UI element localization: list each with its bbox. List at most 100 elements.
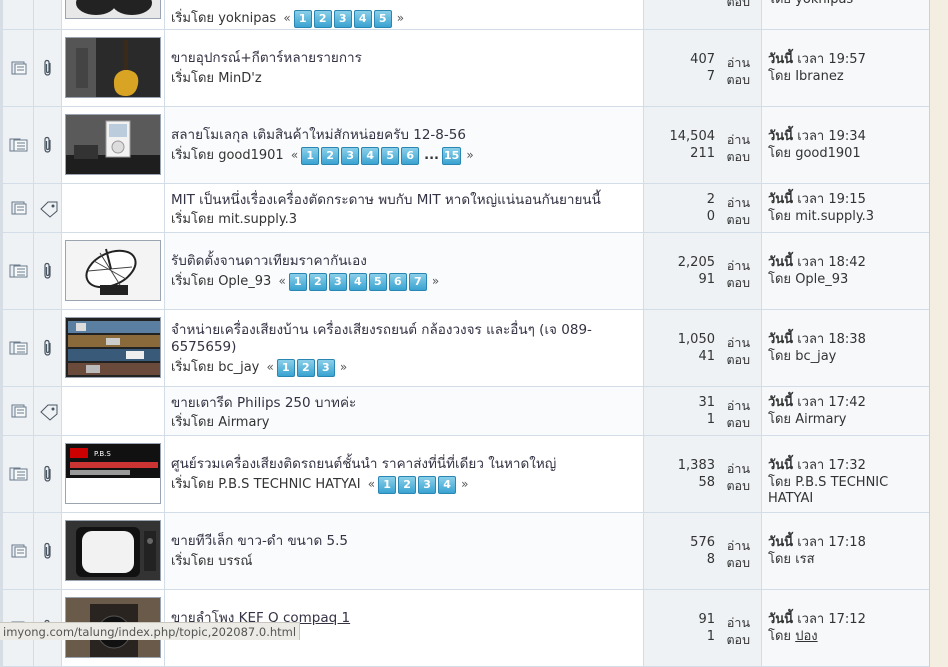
page-link[interactable]: 1 (276, 358, 295, 377)
last-poster-link[interactable]: bc_jay (795, 349, 836, 364)
last-post-time-value: 17:12 (828, 612, 866, 627)
last-poster-link[interactable]: mit.supply.3 (795, 209, 874, 224)
page-link[interactable]: 5 (381, 146, 400, 165)
starter-link[interactable]: Ople_93 (218, 274, 271, 289)
topic-title-link[interactable]: ศูนย์รวมเครื่องเสียงติดรถยนต์ชั้นนำ ราคา… (171, 456, 556, 472)
topic-status-cell (3, 30, 34, 106)
last-post-time-value: 17:32 (828, 458, 866, 473)
topic-starter-line: เริ่มโดย MinD'z (171, 67, 262, 88)
page-link[interactable]: 4 (348, 272, 367, 291)
last-poster-link[interactable]: ปอง (795, 629, 817, 644)
page-link[interactable]: 3 (328, 272, 347, 291)
topic-thumbnail[interactable] (65, 240, 161, 301)
last-post-cell: โดย yoknipas (762, 0, 929, 29)
page-link[interactable]: 3 (341, 146, 360, 165)
topic-row: P.B.S ศูนย์รวมเครื่องเสียงติดรถยนต์ชั้นนำ… (3, 436, 929, 513)
topic-stats-cell: 2,205 อ่าน 91 ตอบ (644, 233, 762, 309)
at-label: เวลา (797, 458, 825, 473)
page-link[interactable]: 5 (368, 272, 387, 291)
at-label: เวลา (797, 255, 825, 270)
starter-link[interactable]: mit.supply.3 (218, 212, 297, 227)
page-link[interactable]: 3 (418, 475, 437, 494)
topic-stats-cell: 91 อ่าน 1 ตอบ (644, 590, 762, 666)
page-ellipsis: ... (424, 147, 439, 163)
topic-thumbnail[interactable]: P.B.S (65, 443, 161, 504)
last-post-time: วันนี้ เวลา 18:42 (768, 255, 928, 271)
page-link[interactable]: 6 (388, 272, 407, 291)
topic-thumb-cell (62, 233, 165, 309)
topic-row: สลายโมเลกุล เติมสินค้าใหม่สักหน่อยครับ 1… (3, 107, 929, 184)
starter-link[interactable]: yoknipas (218, 11, 276, 26)
topic-thumbnail[interactable] (65, 37, 161, 98)
page-link[interactable]: 1 (301, 146, 320, 165)
starter-link[interactable]: bc_jay (218, 360, 259, 375)
topic-stats-cell: 2 อ่าน 0 ตอบ (644, 184, 762, 232)
page-link[interactable]: 15 (442, 146, 462, 165)
last-post-by: โดย Ople_93 (768, 272, 928, 288)
topic-thumbnail[interactable] (65, 114, 161, 175)
started-by-label: เริ่มโดย (171, 415, 215, 430)
starter-link[interactable]: MinD'z (218, 71, 261, 86)
topic-title-link[interactable]: ขายอุปกรณ์+กีตาร์หลายรายการ (171, 50, 362, 66)
page-link[interactable]: 2 (398, 475, 417, 494)
last-poster-link[interactable]: Airmary (795, 412, 846, 427)
page-link[interactable]: 1 (288, 272, 307, 291)
topic-row: จำหน่ายเครื่องเสียงบ้าน เครื่องเสียงรถยน… (3, 310, 929, 387)
replies-label: ตอบ (726, 149, 750, 164)
last-post-cell: วันนี้ เวลา 17:12 โดย ปอง (762, 590, 929, 666)
page-link[interactable]: 6 (401, 146, 420, 165)
today-label: วันนี้ (768, 255, 794, 270)
page-link[interactable]: 2 (313, 9, 332, 28)
attachment-clip-icon (44, 542, 51, 559)
topic-thumbnail[interactable] (65, 0, 161, 19)
starter-link[interactable]: Airmary (218, 415, 269, 430)
last-post-time-value: 18:42 (828, 255, 866, 270)
last-poster-link[interactable]: Ople_93 (795, 272, 848, 287)
last-poster-link[interactable]: yoknipas (795, 0, 853, 7)
topic-thumbnail[interactable] (65, 317, 161, 378)
topic-starter-line: เริ่มโดย Airmary (171, 411, 269, 432)
topic-title: สลายโมเลกุล เติมสินค้าใหม่สักหน่อยครับ 1… (171, 127, 611, 144)
page-link[interactable]: 2 (321, 146, 340, 165)
last-poster-link[interactable]: เรส (795, 552, 814, 567)
replies-label: ตอบ (726, 352, 750, 367)
topic-title: รับติดตั้งจานดาวเทียมราคากันเอง (171, 253, 611, 270)
page-link[interactable]: 2 (308, 272, 327, 291)
last-poster-link[interactable]: good1901 (795, 146, 861, 161)
page-link[interactable]: 1 (378, 475, 397, 494)
topic-starter-line: เริ่มโดย yoknipas « 12345 » (171, 7, 407, 28)
page-close-guillemet: » (396, 11, 405, 25)
topic-status-icon (11, 404, 27, 418)
topic-title-link[interactable]: ขายทีวีเล็ก ขาว-ดำ ขนาด 5.5 (171, 533, 348, 549)
page-link[interactable]: 3 (316, 358, 335, 377)
page-link[interactable]: 3 (333, 9, 352, 28)
topic-title-link[interactable]: สลายโมเลกุล เติมสินค้าใหม่สักหน่อยครับ 1… (171, 127, 466, 143)
page-link[interactable]: 4 (438, 475, 457, 494)
page-link[interactable]: 5 (373, 9, 392, 28)
at-label: เวลา (797, 612, 825, 627)
starter-link[interactable]: good1901 (218, 148, 284, 163)
replies-label: ตอบ (726, 0, 750, 9)
page-links: 1234567 (288, 272, 429, 291)
last-poster-link[interactable]: Ibranez (795, 69, 843, 84)
topic-title-link[interactable]: รับติดตั้งจานดาวเทียมราคากันเอง (171, 253, 367, 269)
page-link[interactable]: 4 (353, 9, 372, 28)
topic-title-link[interactable]: MIT เป็นหนึ่งเรื่องเครื่องตัดกระดาษ พบกั… (171, 192, 601, 208)
topic-title-link[interactable]: ขายเตารีด Philips 250 บาทค่ะ (171, 395, 356, 411)
starter-link[interactable]: บรรณ์ (218, 554, 252, 569)
today-label: วันนี้ (768, 332, 794, 347)
topic-title-link[interactable]: จำหน่ายเครื่องเสียงบ้าน เครื่องเสียงรถยน… (171, 322, 592, 355)
page-close-guillemet: » (339, 360, 348, 374)
last-post-time-value: 19:15 (828, 192, 866, 207)
page-close-guillemet: » (466, 148, 474, 162)
page-link[interactable]: 7 (408, 272, 427, 291)
last-post-time: วันนี้ เวลา 17:32 (768, 458, 928, 474)
today-label: วันนี้ (768, 52, 794, 67)
starter-link[interactable]: P.B.S TECHNIC HATYAI (218, 477, 360, 492)
last-post-by: โดย good1901 (768, 146, 928, 162)
started-by-label: เริ่มโดย (171, 274, 215, 289)
page-link[interactable]: 4 (361, 146, 380, 165)
topic-thumbnail[interactable] (65, 520, 161, 581)
page-link[interactable]: 1 (293, 9, 312, 28)
page-link[interactable]: 2 (296, 358, 315, 377)
